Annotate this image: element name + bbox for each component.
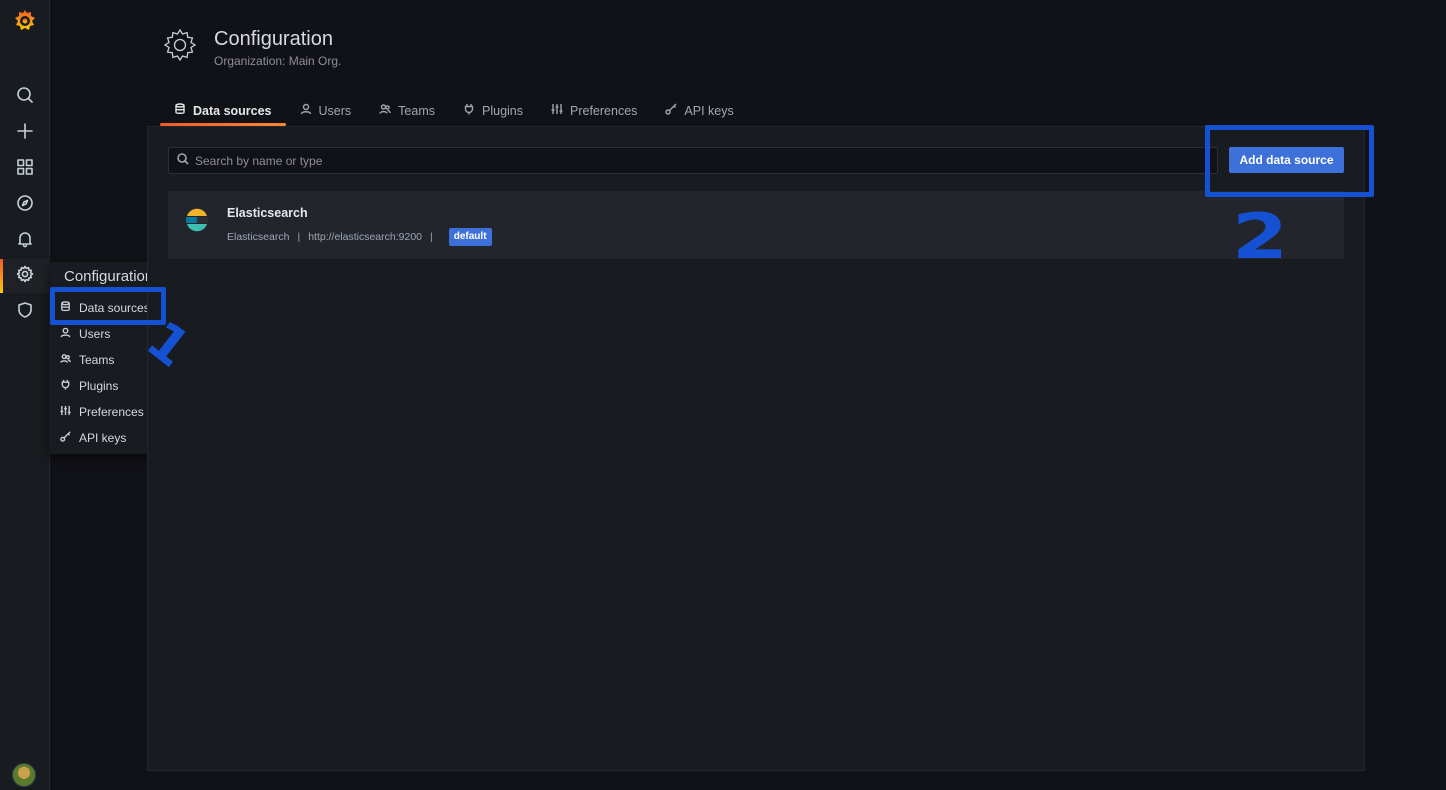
tab-users[interactable]: Users: [286, 96, 366, 125]
tab-data-sources[interactable]: Data sources: [160, 96, 286, 126]
sliders-icon: [60, 405, 79, 419]
users-icon: [60, 353, 79, 367]
page-subtitle: Organization: Main Org.: [214, 54, 342, 68]
key-icon: [665, 103, 684, 118]
users-icon: [379, 103, 398, 118]
flyout-item-label: API keys: [79, 431, 127, 445]
page-title: Configuration: [214, 28, 333, 50]
tab-plugins[interactable]: Plugins: [449, 96, 537, 125]
database-icon: [174, 103, 193, 118]
search-box: [168, 147, 1218, 174]
separator: |: [297, 231, 301, 243]
shield-icon: [16, 301, 34, 324]
user-icon: [300, 103, 319, 118]
datasource-name[interactable]: Elasticsearch: [227, 206, 308, 220]
sidebar-server-admin[interactable]: [0, 295, 50, 329]
datasource-meta: Elasticsearch | http://elasticsearch:920…: [227, 228, 492, 246]
app-root: Configuration Data sources Users Teams P…: [0, 0, 1446, 790]
page-gear-icon: [162, 27, 198, 63]
elasticsearch-logo-icon: [184, 207, 210, 233]
tab-label: API keys: [684, 103, 734, 118]
sidebar-dashboards[interactable]: [0, 152, 50, 186]
plug-icon: [60, 379, 79, 393]
bell-icon: [16, 230, 34, 253]
plug-icon: [463, 103, 482, 118]
datasource-type: Elasticsearch: [227, 231, 290, 243]
sidebar-create[interactable]: [0, 116, 50, 150]
explore-compass-icon: [16, 194, 34, 217]
add-data-source-button[interactable]: Add data source: [1229, 147, 1344, 173]
search-icon: [16, 86, 34, 109]
flyout-title: Configuration: [64, 268, 154, 285]
flyout-item-label: Preferences: [79, 405, 144, 419]
tab-api-keys[interactable]: API keys: [651, 96, 747, 125]
flyout-item-label: Users: [79, 327, 111, 341]
search-input[interactable]: [195, 153, 1217, 168]
plus-icon: [16, 122, 34, 145]
tab-label: Teams: [398, 103, 435, 118]
flyout-item-label: Teams: [79, 353, 115, 367]
tab-label: Preferences: [570, 103, 638, 118]
dashboards-icon: [16, 158, 34, 181]
sidebar-configuration[interactable]: [0, 259, 50, 293]
sliders-icon: [551, 103, 570, 118]
sidebar: [0, 0, 50, 790]
tab-teams[interactable]: Teams: [365, 96, 449, 125]
tab-label: Plugins: [482, 103, 523, 118]
grafana-logo-icon[interactable]: [10, 6, 40, 36]
flyout-item-label: Plugins: [79, 379, 119, 393]
separator: |: [430, 231, 433, 243]
tab-label: Users: [318, 103, 352, 118]
flyout-item-label: Data sources: [79, 301, 150, 315]
datasource-url: http://elasticsearch:9200: [308, 231, 423, 243]
gear-icon: [16, 265, 34, 288]
tab-preferences[interactable]: Preferences: [537, 96, 651, 125]
search-icon: [177, 152, 195, 170]
key-icon: [60, 431, 79, 445]
tab-label: Data sources: [193, 103, 272, 118]
default-badge: default: [448, 228, 492, 246]
avatar[interactable]: [12, 763, 36, 787]
sidebar-search[interactable]: [0, 80, 50, 114]
user-icon: [60, 327, 79, 341]
sidebar-explore[interactable]: [0, 188, 50, 222]
tab-bar: Data sources Users Teams Plugins Prefere…: [160, 96, 748, 126]
database-icon: [60, 301, 79, 315]
sidebar-alerting[interactable]: [0, 224, 50, 258]
datasource-card[interactable]: Elasticsearch Elasticsearch | http://ela…: [168, 191, 1344, 259]
